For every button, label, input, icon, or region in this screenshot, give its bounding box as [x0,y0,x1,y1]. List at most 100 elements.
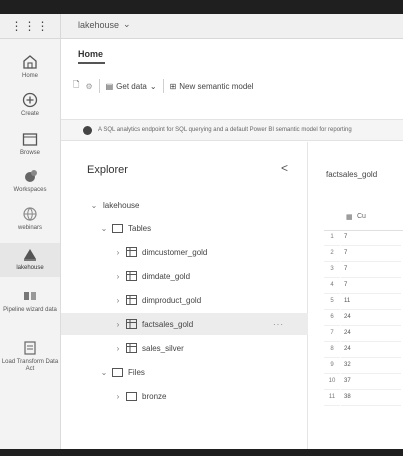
row-numbers: 1 2 3 4 5 6 7 8 9 10 11 [324,230,340,406]
chevron-right-icon: › [116,295,120,305]
home-icon [23,55,37,69]
rail-label-create: Create [20,111,39,117]
tree-item-lakehouse[interactable]: ⌄ lakehouse [61,194,335,216]
rail-label-browse: Browse [19,150,40,156]
rail-item-home[interactable]: Home [0,53,60,80]
chevron-down-icon: ⌄ [149,81,157,91]
table-cell[interactable]: 7 [341,278,401,294]
tree-label: dimproduct_gold [142,295,202,305]
rail-item-browse[interactable]: Browse [0,130,60,157]
get-data-label: Get data [116,81,147,91]
row-number: 3 [324,262,340,278]
table-preview: factsales_gold ▦ Cu 1 2 3 4 5 6 7 8 9 10… [308,142,403,449]
tree-label: dimdate_gold [142,271,191,281]
plus-circle-icon [22,92,38,108]
folder-icon [112,224,123,233]
rail-item-create[interactable]: Create [0,91,60,118]
row-number: 11 [324,390,340,406]
column-header[interactable]: Cu [357,213,366,220]
rail-label-workspaces: Workspaces [13,187,47,193]
rail-item-load[interactable]: Load Transform Data Act [0,339,60,373]
chevron-right-icon: › [116,319,120,329]
row-number: 10 [324,374,340,390]
waffle-icon: ⋮⋮⋮ [10,19,50,33]
more-options-icon[interactable]: ··· [273,320,284,329]
info-banner-text: A SQL analytics endpoint for SQL queryin… [98,127,352,133]
rail-item-webinars[interactable]: webinars [0,205,60,232]
rail-label-pipeline: Pipeline wizard data [3,307,57,313]
pipeline-icon [24,292,36,300]
folder-icon [126,392,137,401]
globe-icon [23,207,37,221]
new-item-icon[interactable]: 🗋 [73,79,79,93]
load-icon [24,341,36,355]
table-cell[interactable]: 38 [341,390,401,406]
workspaces-icon [25,170,37,182]
rail-label-home: Home [21,73,38,79]
toolbar-divider [162,79,164,93]
new-semantic-model-label: New semantic model [179,81,254,91]
left-nav-rail: Home Create Browse Workspaces webinars l… [0,39,61,449]
workspace-switcher[interactable]: lakehouse ⌄ [78,19,131,30]
table-cell[interactable]: 32 [341,358,401,374]
table-cell[interactable]: 7 [341,230,401,246]
column-type-icon: ▦ [346,214,353,221]
table-cell[interactable]: 37 [341,374,401,390]
chevron-right-icon: › [116,271,120,281]
tree-label: factsales_gold [142,319,194,329]
tree-label: Tables [128,223,152,233]
window-frame-top [0,0,403,14]
toolbar-divider [98,79,100,93]
table-icon [126,247,137,257]
main-content: Home 🗋 ⚙ ▤ Get data ⌄ ⊞ New semantic mod… [61,39,403,449]
row-number: 5 [324,294,340,310]
table-cell[interactable]: 24 [341,342,401,358]
tab-home[interactable]: Home [78,49,103,59]
rail-item-lakehouse[interactable]: lakehouse [0,243,60,277]
row-number: 1 [324,230,340,246]
grid-header: ▦ Cu [324,206,403,231]
row-number: 2 [324,246,340,262]
app-bar: ⋮⋮⋮ lakehouse ⌄ [0,14,403,39]
database-icon: ▤ [105,81,114,91]
row-number: 4 [324,278,340,294]
rail-label-webinars: webinars [17,225,42,231]
explorer-pane: Explorer < ⌄ lakehouse ⌄ Tables › dimcus… [61,142,359,449]
lakehouse-icon [24,249,36,261]
tree-label: lakehouse [103,200,140,210]
table-icon [126,343,137,353]
rail-item-pipeline[interactable]: Pipeline wizard data [0,287,60,314]
rail-item-workspaces[interactable]: Workspaces [0,167,60,194]
table-cell[interactable]: 11 [341,294,401,310]
chevron-expanded-icon: ⌄ [100,223,108,233]
row-number: 9 [324,358,340,374]
rail-label-lakehouse: lakehouse [16,265,44,271]
collapse-chevron-icon[interactable]: < [281,161,288,175]
tree-label: bronze [142,391,167,401]
app-launcher[interactable]: ⋮⋮⋮ [0,14,61,38]
workspace-label: lakehouse [78,19,120,30]
chevron-down-icon: ⌄ [123,19,131,29]
table-cell[interactable]: 7 [341,246,401,262]
explorer-title: Explorer [87,164,128,176]
chevron-expanded-icon: ⌄ [90,200,98,210]
tree-label: dimcustomer_gold [142,247,208,257]
tree-label: Files [128,367,145,377]
get-data-button[interactable]: ▤ Get data ⌄ [106,82,157,91]
window-frame-bottom [0,449,403,456]
chevron-right-icon: › [116,343,120,353]
new-semantic-model-button[interactable]: ⊞ New semantic model [170,82,254,91]
table-icon [126,271,137,281]
table-cell[interactable]: 7 [341,262,401,278]
tree-item-files[interactable]: ⌄ Files [61,361,345,383]
tree-label: sales_silver [142,343,184,353]
chevron-right-icon: › [116,247,120,257]
settings-icon[interactable]: ⚙ [85,82,92,91]
info-icon [83,125,92,135]
chevron-expanded-icon: ⌄ [100,367,108,377]
tree-item-tables[interactable]: ⌄ Tables [61,217,345,239]
table-cell[interactable]: 24 [341,326,401,342]
column-values: 7 7 7 7 11 24 24 24 32 37 38 [341,230,401,406]
folder-icon [112,368,123,377]
table-cell[interactable]: 24 [341,310,401,326]
